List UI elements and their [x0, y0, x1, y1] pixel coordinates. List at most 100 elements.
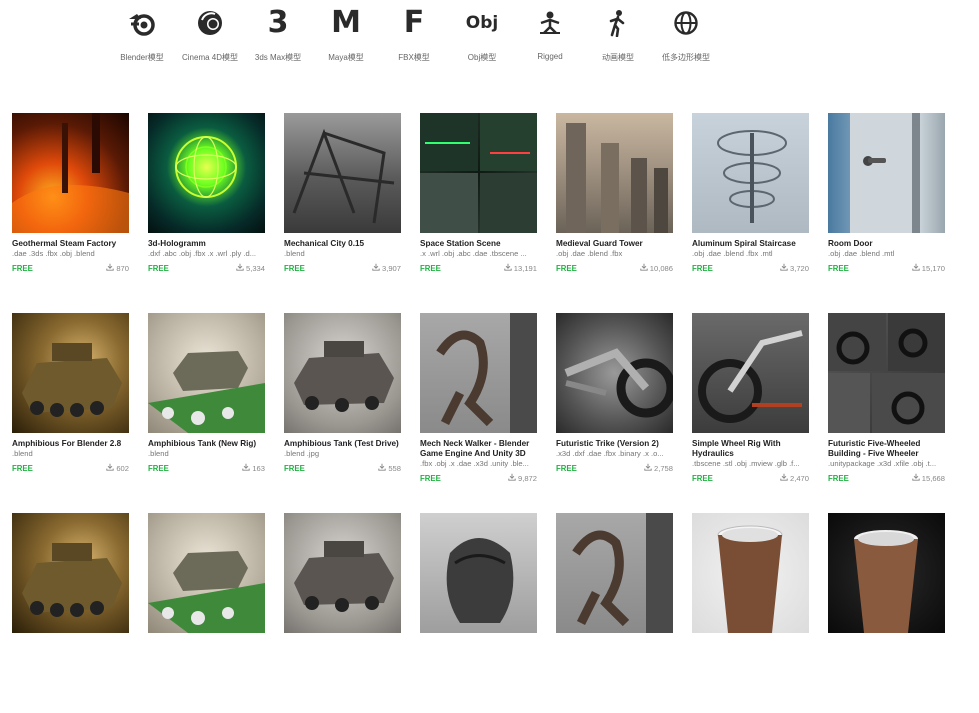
nav-item-blender[interactable]: Blender模型	[108, 0, 176, 80]
model-card[interactable]: Aluminum Spiral Staircase .obj .dae .blen…	[692, 113, 809, 313]
model-thumbnail[interactable]	[556, 113, 673, 233]
model-card[interactable]	[12, 513, 129, 713]
model-title[interactable]: Aluminum Spiral Staircase	[692, 239, 809, 249]
model-title[interactable]: Room Door	[828, 239, 945, 249]
download-count-value: 558	[388, 463, 401, 473]
model-card[interactable]: Mech Neck Walker - Blender Game Engine A…	[420, 313, 537, 513]
nav-item-globe[interactable]: 低多边形模型	[652, 0, 720, 80]
model-card[interactable]: Amphibious Tank (New Rig) .blend FREE 163	[148, 313, 265, 513]
model-thumbnail[interactable]	[692, 513, 809, 633]
model-card[interactable]: Medieval Guard Tower .obj .dae .blend .fb…	[556, 113, 673, 313]
model-thumbnail[interactable]	[828, 313, 945, 433]
model-card[interactable]: Geothermal Steam Factory .dae .3ds .fbx .…	[12, 113, 129, 313]
download-count-value: 3,720	[789, 263, 809, 273]
download-count-value: 10,086	[649, 263, 673, 273]
model-title[interactable]: Futuristic Trike (Version 2)	[556, 439, 673, 449]
model-thumbnail[interactable]	[148, 313, 265, 433]
model-card[interactable]	[692, 513, 809, 713]
download-count: 13,191	[504, 263, 537, 273]
model-card[interactable]	[420, 513, 537, 713]
model-title[interactable]: Mech Neck Walker - Blender Game Engine A…	[420, 439, 537, 459]
model-thumbnail[interactable]	[692, 313, 809, 433]
nav-label: Rigged	[537, 52, 563, 61]
free-badge: FREE	[556, 463, 577, 473]
model-meta: FREE 10,086	[556, 263, 673, 273]
model-thumbnail[interactable]	[284, 313, 401, 433]
nav-item-maya[interactable]: M Maya模型	[312, 0, 380, 80]
model-formats: .blend	[12, 449, 33, 458]
nav-label: FBX模型	[398, 53, 430, 62]
nav-item-fbx[interactable]: F FBX模型	[380, 0, 448, 80]
download-icon	[644, 463, 654, 473]
model-thumbnail[interactable]	[828, 113, 945, 233]
model-meta: FREE 15,668	[828, 473, 945, 483]
model-card[interactable]: Mechanical City 0.15 .blend FREE 3,907	[284, 113, 401, 313]
download-count: 870	[106, 263, 129, 273]
model-thumbnail[interactable]	[284, 113, 401, 233]
nav-item-obj[interactable]: Obj Obj模型	[448, 0, 516, 80]
model-thumbnail[interactable]	[12, 113, 129, 233]
model-card[interactable]: Futuristic Five-Wheeled Building - Five …	[828, 313, 945, 513]
model-card[interactable]	[556, 513, 673, 713]
model-card[interactable]: Amphibious For Blender 2.8 .blend FREE 602	[12, 313, 129, 513]
model-card[interactable]: Simple Wheel Rig With Hydraulics .tbscene…	[692, 313, 809, 513]
3dsmax-icon: 3	[267, 5, 289, 40]
model-title[interactable]: Amphibious For Blender 2.8	[12, 439, 129, 449]
model-card[interactable]	[828, 513, 945, 713]
download-count: 2,470	[780, 473, 809, 483]
model-card[interactable]: 3d-Hologramm .dxf .abc .obj .fbx .x .wrl …	[148, 113, 265, 313]
model-title[interactable]: Space Station Scene	[420, 239, 537, 249]
model-title[interactable]: Futuristic Five-Wheeled Building - Five …	[828, 439, 945, 459]
model-title[interactable]: Geothermal Steam Factory	[12, 239, 129, 249]
model-thumbnail[interactable]	[148, 113, 265, 233]
model-title[interactable]: Mechanical City 0.15	[284, 239, 401, 249]
model-meta: FREE 15,170	[828, 263, 945, 273]
nav-label: Cinema 4D模型	[181, 53, 238, 62]
free-badge: FREE	[284, 463, 305, 473]
download-count-value: 602	[116, 463, 129, 473]
download-count: 3,720	[780, 263, 809, 273]
free-badge: FREE	[284, 263, 305, 273]
download-count-value: 3,907	[381, 263, 401, 273]
model-meta: FREE 3,907	[284, 263, 401, 273]
download-icon	[640, 263, 650, 273]
model-thumbnail[interactable]	[148, 513, 265, 633]
model-thumbnail[interactable]	[420, 113, 537, 233]
nav-item-3dsmax[interactable]: 3 3ds Max模型	[244, 0, 312, 80]
model-card[interactable]: Amphibious Tank (Test Drive) .blend .jpg F…	[284, 313, 401, 513]
model-formats: .blend	[148, 449, 169, 458]
model-thumbnail[interactable]	[692, 113, 809, 233]
model-grid: Geothermal Steam Factory .dae .3ds .fbx .…	[12, 113, 952, 713]
model-title[interactable]: Amphibious Tank (Test Drive)	[284, 439, 401, 449]
blender-icon	[127, 0, 157, 46]
model-thumbnail[interactable]	[420, 313, 537, 433]
model-title[interactable]: Simple Wheel Rig With Hydraulics	[692, 439, 809, 459]
model-meta: FREE 2,470	[692, 473, 809, 483]
nav-item-walking-figure[interactable]: 动画模型	[584, 0, 652, 80]
model-thumbnail[interactable]	[556, 313, 673, 433]
model-title[interactable]: Medieval Guard Tower	[556, 239, 673, 249]
model-title[interactable]: Amphibious Tank (New Rig)	[148, 439, 265, 449]
model-meta: FREE 602	[12, 463, 129, 473]
model-thumbnail[interactable]	[12, 513, 129, 633]
model-title[interactable]: 3d-Hologramm	[148, 239, 265, 249]
model-thumbnail[interactable]	[12, 313, 129, 433]
model-thumbnail[interactable]	[828, 513, 945, 633]
download-count: 602	[106, 463, 129, 473]
model-thumbnail[interactable]	[420, 513, 537, 633]
download-icon	[508, 473, 518, 483]
model-meta: FREE 870	[12, 263, 129, 273]
model-thumbnail[interactable]	[556, 513, 673, 633]
nav-item-rigged-figure[interactable]: Rigged	[516, 0, 584, 80]
nav-item-cinema4d[interactable]: Cinema 4D模型	[176, 0, 244, 80]
model-card[interactable]: Room Door .obj .dae .blend .mtl FREE 15,170	[828, 113, 945, 313]
free-badge: FREE	[828, 263, 849, 273]
model-thumbnail[interactable]	[284, 513, 401, 633]
model-card[interactable]	[148, 513, 265, 713]
model-card[interactable]	[284, 513, 401, 713]
model-formats: .x3d .dxf .dae .fbx .binary .x .o...	[556, 449, 664, 458]
model-card[interactable]: Futuristic Trike (Version 2) .x3d .dxf .d…	[556, 313, 673, 513]
model-meta: FREE 13,191	[420, 263, 537, 273]
free-badge: FREE	[420, 263, 441, 273]
model-card[interactable]: Space Station Scene .x .wrl .obj .abc .da…	[420, 113, 537, 313]
